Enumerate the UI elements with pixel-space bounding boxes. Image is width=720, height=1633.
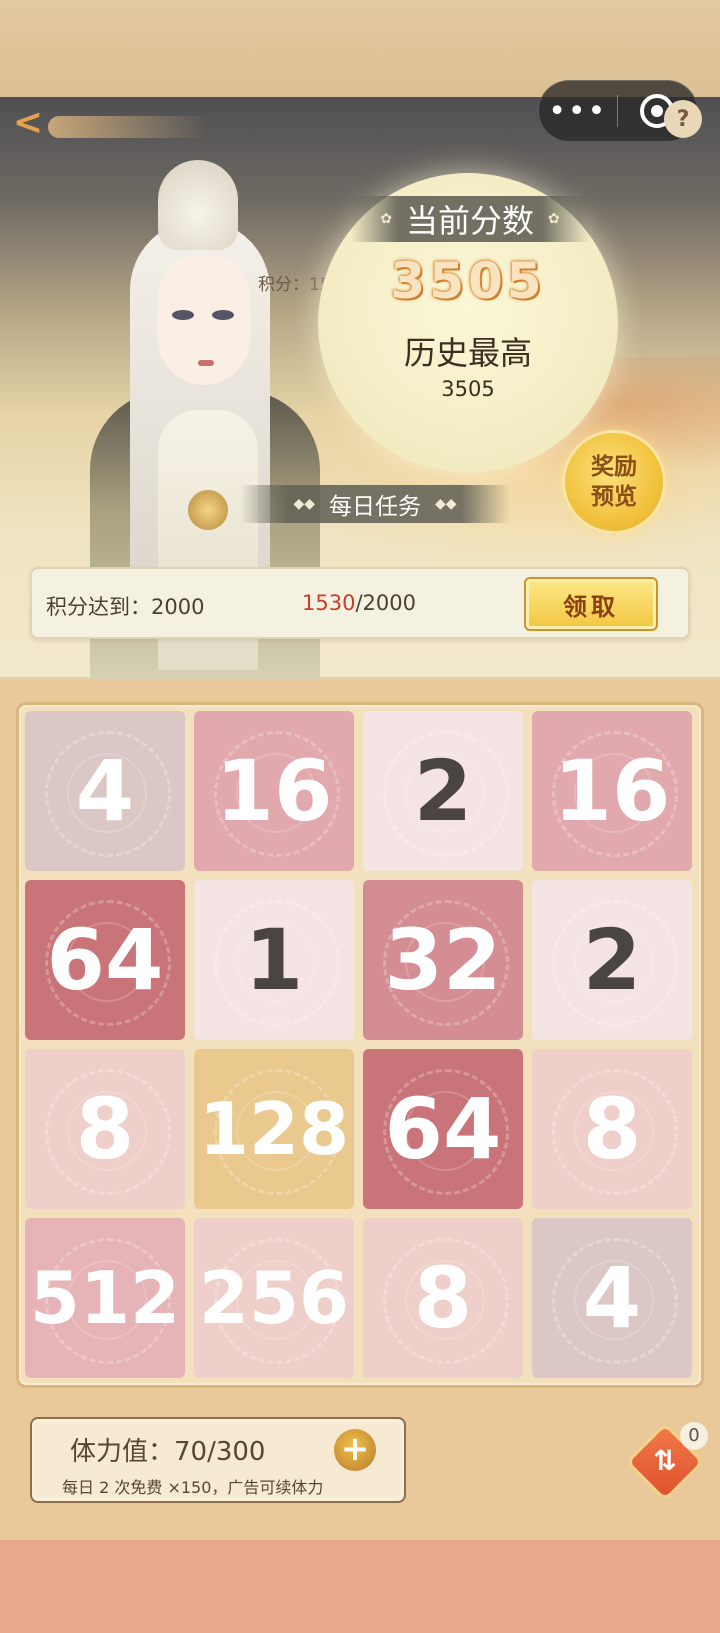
tile-value: 16 bbox=[215, 742, 333, 840]
tile-value: 512 bbox=[29, 1256, 181, 1340]
help-button[interactable]: ? bbox=[664, 100, 702, 138]
back-button[interactable]: < bbox=[6, 100, 50, 144]
reward-preview-button[interactable]: 奖励 预览 bbox=[562, 430, 666, 534]
tile-value: 128 bbox=[198, 1087, 350, 1171]
tile-1-0: 64 bbox=[25, 880, 185, 1040]
tile-2-0: 8 bbox=[25, 1049, 185, 1209]
tile-value: 8 bbox=[413, 1249, 473, 1347]
claim-button[interactable]: 领取 bbox=[524, 577, 658, 631]
stamina-panel: 体力值：70/300 + 每日 2 次免费 ×150，广告可续体力 bbox=[30, 1417, 406, 1503]
add-stamina-button[interactable]: + bbox=[334, 1429, 376, 1471]
tile-value: 1 bbox=[244, 911, 304, 1009]
tile-value: 32 bbox=[384, 911, 502, 1009]
tile-0-2: 2 bbox=[363, 711, 523, 871]
tile-1-3: 2 bbox=[532, 880, 692, 1040]
current-score-value: 3505 bbox=[390, 252, 546, 310]
diamond-icon: ◆◆ bbox=[293, 496, 315, 512]
tile-value: 256 bbox=[198, 1256, 350, 1340]
current-score-banner: ✿ 当前分数 ✿ bbox=[350, 196, 590, 242]
tile-0-0: 4 bbox=[25, 711, 185, 871]
refresh-icon[interactable]: ⇅ bbox=[644, 1440, 686, 1482]
flower-icon: ✿ bbox=[548, 211, 560, 227]
tile-value: 4 bbox=[75, 742, 135, 840]
tile-2-1: 128 bbox=[194, 1049, 354, 1209]
daily-task-banner: ◆◆ 每日任务 ◆◆ bbox=[240, 485, 510, 523]
daily-task-row: 积分达到：2000 1530/2000 领取 bbox=[30, 567, 690, 639]
tile-3-2: 8 bbox=[363, 1218, 523, 1378]
best-score-title: 历史最高 bbox=[403, 334, 532, 372]
task-progress-current: 1530 bbox=[302, 591, 356, 615]
tile-value: 8 bbox=[582, 1080, 642, 1178]
task-progress-total: /2000 bbox=[355, 591, 416, 615]
tile-value: 8 bbox=[75, 1080, 135, 1178]
tile-value: 64 bbox=[46, 911, 164, 1009]
game-board[interactable]: 4 16 2 16 64 1 32 2 8 128 64 8 512 256 8 4 bbox=[16, 702, 704, 1388]
tile-value: 2 bbox=[582, 911, 642, 1009]
reward-preview-line2: 预览 bbox=[591, 484, 637, 510]
tile-value: 64 bbox=[384, 1080, 502, 1178]
tile-3-0: 512 bbox=[25, 1218, 185, 1378]
refresh-count-badge: 0 bbox=[680, 1422, 708, 1450]
diamond-icon: ◆◆ bbox=[435, 496, 457, 512]
tile-1-1: 1 bbox=[194, 880, 354, 1040]
tile-0-1: 16 bbox=[194, 711, 354, 871]
reward-preview-line1: 奖励 bbox=[591, 454, 637, 480]
task-progress: 1530/2000 bbox=[302, 591, 416, 615]
best-score-value: 3505 bbox=[441, 377, 495, 401]
tile-3-3: 4 bbox=[532, 1218, 692, 1378]
tile-0-3: 16 bbox=[532, 711, 692, 871]
tile-2-3: 8 bbox=[532, 1049, 692, 1209]
back-strip-decoration bbox=[48, 116, 208, 138]
current-score-title: 当前分数 bbox=[405, 202, 534, 240]
stamina-note: 每日 2 次免费 ×150，广告可续体力 bbox=[62, 1478, 324, 1497]
flower-icon: ✿ bbox=[380, 211, 392, 227]
tile-value: 16 bbox=[553, 742, 671, 840]
tile-value: 2 bbox=[413, 742, 473, 840]
more-options-icon[interactable]: ••• bbox=[539, 94, 617, 129]
task-requirement: 积分达到：2000 bbox=[46, 595, 205, 619]
tile-1-2: 32 bbox=[363, 880, 523, 1040]
bottom-strip bbox=[0, 1540, 720, 1633]
back-arrow-icon: < bbox=[12, 101, 44, 143]
tile-3-1: 256 bbox=[194, 1218, 354, 1378]
tile-2-2: 64 bbox=[363, 1049, 523, 1209]
daily-task-title: 每日任务 bbox=[329, 494, 421, 520]
tile-value: 4 bbox=[582, 1249, 642, 1347]
stamina-value: 体力值：70/300 bbox=[70, 1437, 266, 1467]
